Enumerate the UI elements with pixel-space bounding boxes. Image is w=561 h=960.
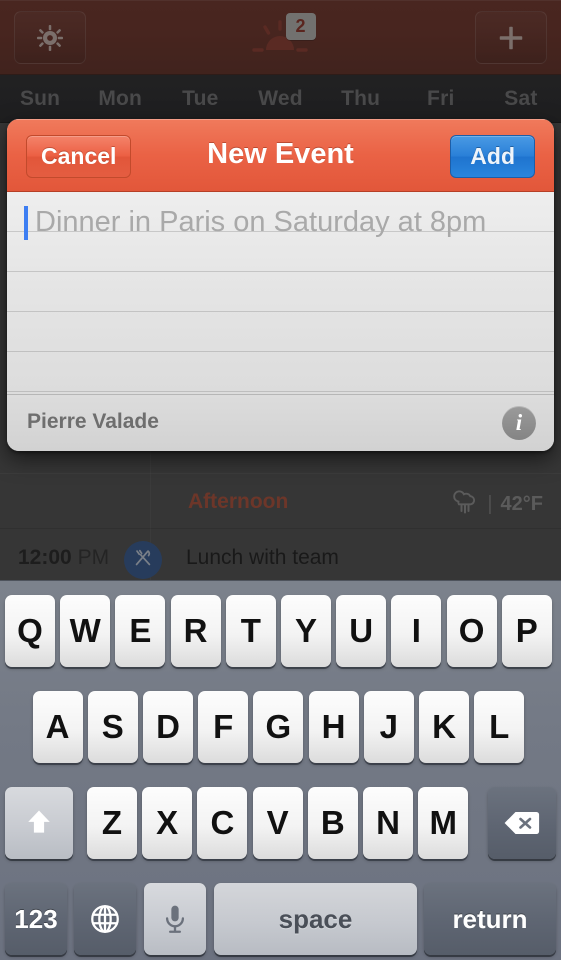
key-p[interactable]: P — [501, 595, 552, 667]
event-text-input[interactable]: Dinner in Paris on Saturday at 8pm — [7, 192, 554, 394]
text-caret — [24, 206, 28, 240]
key-i[interactable]: I — [391, 595, 442, 667]
keyboard-row-4: 123 space return — [0, 883, 561, 960]
key-a[interactable]: A — [32, 691, 83, 763]
key-t[interactable]: T — [225, 595, 276, 667]
key-s[interactable]: S — [87, 691, 138, 763]
key-z[interactable]: Z — [87, 787, 137, 859]
key-n[interactable]: N — [363, 787, 413, 859]
new-event-modal: Cancel New Event Add Dinner in Paris on … — [7, 119, 554, 451]
microphone-icon — [160, 902, 190, 936]
keyboard-row-1: QWERTYUIOP — [0, 595, 561, 673]
shift-key[interactable] — [5, 787, 73, 859]
modal-footer: Pierre Valade i — [7, 394, 554, 451]
key-h[interactable]: H — [308, 691, 359, 763]
key-u[interactable]: U — [336, 595, 387, 667]
globe-key[interactable] — [74, 883, 136, 955]
modal-header: Cancel New Event Add — [7, 119, 554, 192]
event-input-placeholder: Dinner in Paris on Saturday at 8pm — [35, 206, 487, 238]
account-name-label[interactable]: Pierre Valade — [27, 410, 159, 434]
keyboard-row-2: ASDFGHJKL — [0, 691, 561, 769]
return-key[interactable]: return — [424, 883, 556, 955]
key-v[interactable]: V — [252, 787, 303, 859]
key-r[interactable]: R — [170, 595, 221, 667]
key-q[interactable]: Q — [5, 595, 55, 667]
globe-language-icon — [88, 902, 122, 936]
info-icon[interactable]: i — [502, 406, 536, 440]
backspace-key[interactable] — [488, 787, 556, 859]
shift-up-arrow-icon — [22, 806, 56, 840]
add-button[interactable]: Add — [450, 135, 535, 178]
key-g[interactable]: G — [253, 691, 304, 763]
key-b[interactable]: B — [307, 787, 358, 859]
dictation-key[interactable] — [144, 883, 206, 955]
key-f[interactable]: F — [198, 691, 249, 763]
key-j[interactable]: J — [363, 691, 414, 763]
key-x[interactable]: X — [142, 787, 193, 859]
key-e[interactable]: E — [115, 595, 166, 667]
key-l[interactable]: L — [474, 691, 525, 763]
key-k[interactable]: K — [419, 691, 469, 763]
numeric-mode-key[interactable]: 123 — [5, 883, 67, 955]
key-y[interactable]: Y — [281, 595, 331, 667]
key-o[interactable]: O — [446, 595, 497, 667]
phone-screen: 2 Sun Mon Tue Wed Thu Fri Sat Afternoon … — [0, 0, 561, 960]
onscreen-keyboard: QWERTYUIOP ASDFGHJKL ZXCVBNM 123 space ret… — [0, 580, 561, 960]
key-w[interactable]: W — [60, 595, 111, 667]
key-c[interactable]: C — [197, 787, 248, 859]
key-m[interactable]: M — [418, 787, 469, 859]
space-key[interactable]: space — [214, 883, 417, 955]
backspace-delete-icon — [503, 809, 541, 837]
key-d[interactable]: D — [143, 691, 193, 763]
keyboard-row-3: ZXCVBNM — [0, 787, 561, 865]
